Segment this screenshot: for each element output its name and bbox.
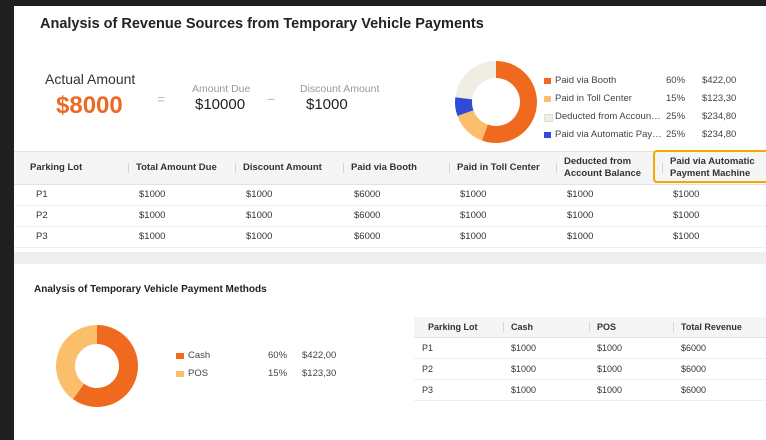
table-cell: $1000 [673, 210, 700, 221]
legend-item: POS 15% $123,30 [176, 367, 376, 385]
table-row[interactable]: P3 $1000 $1000 $6000 [414, 380, 766, 401]
equals-sign: = [157, 91, 166, 107]
legend-label: POS [188, 368, 209, 379]
legend-swatch [544, 114, 553, 122]
revenue-donut-chart [455, 61, 537, 143]
revenue-slice-paid-in-toll-center [457, 110, 488, 141]
actual-amount-label: Actual Amount [45, 71, 136, 87]
legend-percent: 60% [268, 350, 288, 361]
table-cell: P1 [36, 189, 48, 200]
table-cell: P1 [422, 343, 434, 353]
table-cell: $1000 [246, 189, 273, 200]
column-header-total-amount-due[interactable]: Total Amount Due [128, 152, 217, 184]
table-cell: $1000 [597, 364, 623, 374]
table-cell: $1000 [511, 385, 537, 395]
legend-item: Deducted from Account ... 25% $234,80 [544, 109, 766, 127]
table-cell: $1000 [246, 231, 273, 242]
methods-table: Parking Lot Cash POS Total Revenue P1 $1000 $… [414, 317, 766, 401]
table-cell: $1000 [460, 210, 487, 221]
column-header-parking-lot[interactable]: Parking Lot [30, 152, 82, 184]
legend-label: Paid in Toll Center [555, 93, 632, 104]
table-cell: $1000 [673, 231, 700, 242]
methods-table-header: Parking Lot Cash POS Total Revenue [414, 317, 766, 338]
table-cell: $1000 [567, 210, 594, 221]
table-cell: $6000 [681, 364, 707, 374]
column-header-parking-lot[interactable]: Parking Lot [428, 317, 478, 337]
column-header-paid-via-booth[interactable]: Paid via Booth [343, 152, 417, 184]
revenue-legend: Paid via Booth 60% $422,00 Paid in Toll Cen… [544, 73, 766, 145]
table-row[interactable]: P2 $1000 $1000 $6000 $1000 $1000 $1000 [14, 206, 766, 227]
table-cell: P3 [36, 231, 48, 242]
legend-item: Paid via Booth 60% $422,00 [544, 73, 766, 91]
legend-label: Paid via Automatic Payme... [555, 129, 663, 140]
column-header-discount-amount[interactable]: Discount Amount [235, 152, 322, 184]
table-cell: $1000 [511, 343, 537, 353]
revenue-title: Analysis of Revenue Sources from Tempora… [40, 16, 484, 32]
revenue-slice-deducted-from-account [455, 61, 496, 100]
table-cell: $1000 [511, 364, 537, 374]
table-cell: $6000 [681, 343, 707, 353]
legend-amount: $422,00 [702, 75, 737, 86]
minus-sign: − [267, 91, 276, 107]
table-cell: $1000 [673, 189, 700, 200]
legend-amount: $123,30 [302, 368, 337, 379]
legend-label: Paid via Booth [555, 75, 617, 86]
legend-swatch [544, 78, 551, 84]
column-header-cash[interactable]: Cash [502, 317, 533, 337]
legend-amount: $234,80 [702, 111, 737, 122]
highlight-box [653, 150, 766, 183]
table-cell: $1000 [597, 343, 623, 353]
legend-swatch [544, 96, 551, 102]
legend-amount: $234,80 [702, 129, 737, 140]
amount-due-value: $10000 [195, 96, 246, 113]
table-cell: $6000 [354, 210, 381, 221]
table-cell: P2 [36, 210, 48, 221]
legend-percent: 25% [666, 129, 686, 140]
legend-percent: 15% [666, 93, 686, 104]
table-row[interactable]: P3 $1000 $1000 $6000 $1000 $1000 $1000 [14, 227, 766, 248]
table-cell: $1000 [460, 189, 487, 200]
legend-percent: 15% [268, 368, 288, 379]
legend-swatch [544, 132, 551, 138]
table-cell: $1000 [597, 385, 623, 395]
column-header-deducted-from-account-balance[interactable]: Deducted from Account Balance [556, 152, 660, 184]
dashboard: Analysis of Revenue Sources from Tempora… [14, 6, 766, 440]
legend-swatch [176, 353, 184, 359]
legend-item: Paid in Toll Center 15% $123,30 [544, 91, 766, 109]
legend-item: Cash 60% $422,00 [176, 349, 376, 367]
legend-percent: 60% [666, 75, 686, 86]
table-cell: $1000 [567, 231, 594, 242]
table-cell: $1000 [460, 231, 487, 242]
legend-percent: 25% [666, 111, 686, 122]
amount-due-label: Amount Due [192, 83, 251, 95]
column-header-total-revenue[interactable]: Total Revenue [673, 317, 742, 337]
table-cell: $1000 [139, 189, 166, 200]
methods-legend: Cash 60% $422,00 POS 15% $123,30 [176, 349, 376, 385]
table-row[interactable]: P1 $1000 $1000 $6000 [414, 338, 766, 359]
table-cell: $1000 [567, 189, 594, 200]
actual-amount-value: $8000 [56, 92, 123, 119]
table-cell: P3 [422, 385, 434, 395]
methods-donut-chart [56, 325, 139, 407]
legend-item: Paid via Automatic Payme... 25% $234,80 [544, 127, 766, 145]
methods-title: Analysis of Temporary Vehicle Payment Me… [34, 284, 267, 295]
discount-amount-value: $1000 [306, 96, 348, 113]
legend-label: Deducted from Account ... [555, 111, 663, 122]
table-cell: P2 [422, 364, 434, 374]
table-cell: $6000 [681, 385, 707, 395]
table-cell: $1000 [246, 210, 273, 221]
legend-swatch [176, 371, 184, 377]
legend-label: Cash [188, 350, 211, 361]
discount-amount-label: Discount Amount [300, 83, 380, 95]
table-cell: $1000 [139, 231, 166, 242]
table-row[interactable]: P2 $1000 $1000 $6000 [414, 359, 766, 380]
legend-amount: $123,30 [702, 93, 737, 104]
table-cell: $6000 [354, 189, 381, 200]
column-header-paid-in-toll-center[interactable]: Paid in Toll Center [449, 152, 540, 184]
table-cell: $6000 [354, 231, 381, 242]
legend-amount: $422,00 [302, 350, 337, 361]
table-cell: $1000 [139, 210, 166, 221]
column-header-pos[interactable]: POS [588, 317, 616, 337]
table-row[interactable]: P1 $1000 $1000 $6000 $1000 $1000 $1000 [14, 185, 766, 206]
